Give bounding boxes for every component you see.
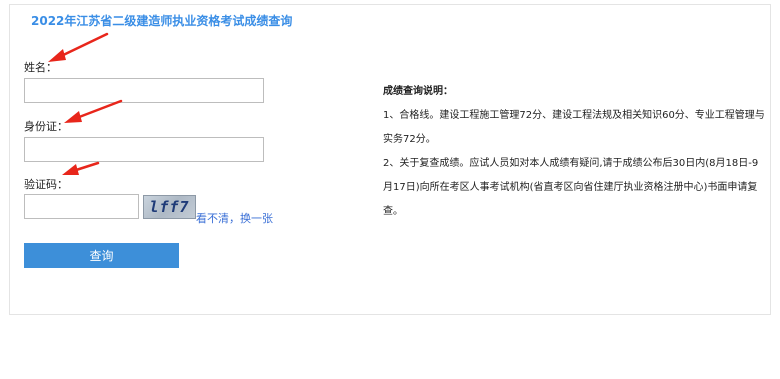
- annotation-arrows: [48, 32, 123, 175]
- arrow-icon-captcha: [62, 161, 100, 175]
- arrow-icon-name: [48, 32, 109, 62]
- arrow-icon-id-card: [64, 99, 123, 123]
